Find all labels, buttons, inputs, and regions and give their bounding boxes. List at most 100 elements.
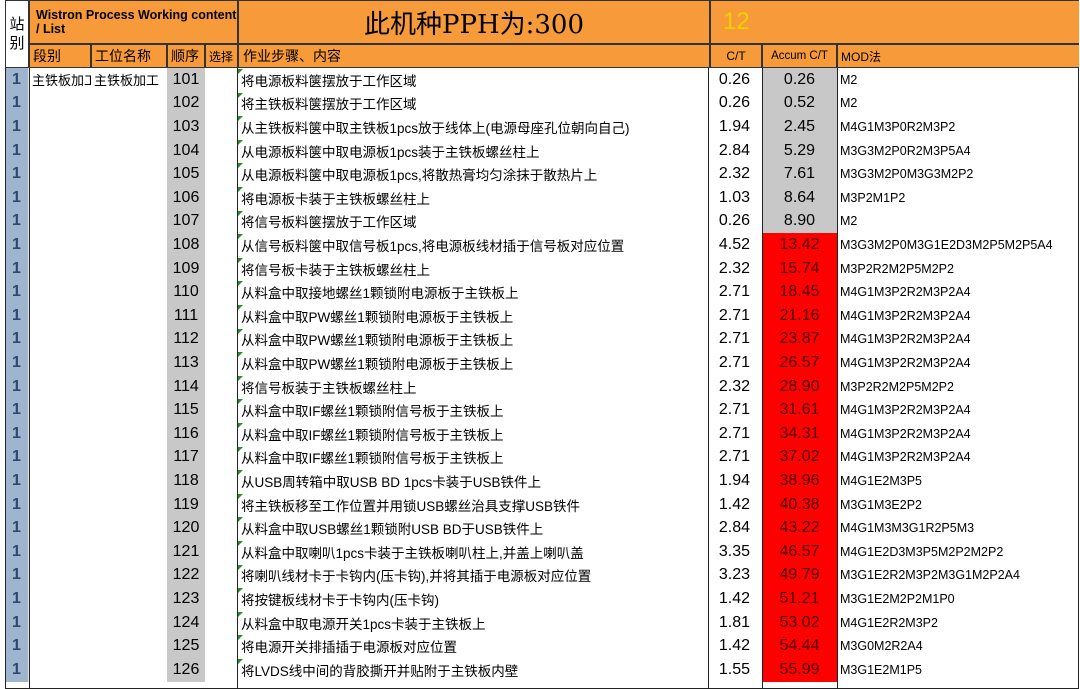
- segment-cell: [29, 516, 91, 540]
- sequence-cell: 111: [167, 304, 205, 328]
- table-row: 1 125 将电源开关排插插于电源板对应位置 1.42 54.44 M3G0M2R2A4: [5, 634, 1079, 658]
- mod-cell: M4G1M3P2R2M3P2A4: [840, 285, 971, 300]
- sequence-cell: 113: [167, 351, 205, 375]
- segment-cell: [29, 446, 91, 470]
- station-name-cell: [91, 257, 167, 281]
- station-cell: 1: [5, 233, 29, 257]
- station-cell: 1: [5, 634, 29, 658]
- step-cell: 从电源板料箧中取电源板1pcs,将散热膏均匀涂抹于散热片上: [237, 162, 708, 186]
- step-cell: 从料盒中取PW螺丝1颗锁附电源板于主铁板上: [237, 351, 708, 375]
- table-row: 1 106 将电源板卡装于主铁板螺丝柱上 1.03 8.64 M3P2M1P2: [5, 186, 1079, 210]
- step-text: 将电源板料箧摆放于工作区域: [241, 73, 417, 89]
- step-text: 从主铁板料箧中取主铁板1pcs放于线体上(电源母座孔位朝向自己): [241, 120, 630, 136]
- step-cell: 将按键板线材卡于卡钩内(压卡钩): [237, 587, 708, 611]
- station-cell: 1: [5, 91, 29, 116]
- mod-cell: M4G1E2D3M3P5M2P2M2P2: [840, 544, 1004, 559]
- step-text: 从料盒中取PW螺丝1颗锁附电源板于主铁板上: [241, 333, 514, 349]
- station-cell: 1: [5, 445, 29, 470]
- sequence-cell: 120: [167, 516, 205, 540]
- col-sequence-header: 顺序: [167, 44, 205, 68]
- station-name-cell: [91, 186, 167, 210]
- sequence-cell: 108: [167, 233, 205, 257]
- table-row: 1 126 将LVDS线中间的背胶撕开并贴附于主铁板内壁 1.55 55.99 M3G1E…: [5, 658, 1079, 682]
- select-cell: [205, 493, 237, 517]
- accum-ct-cell: 8.90: [762, 209, 837, 234]
- comment-indicator-icon: [238, 116, 243, 122]
- comment-indicator-icon: [238, 281, 243, 287]
- process-sheet: 站 别 Wistron Process Working content / Li…: [5, 0, 1079, 689]
- station-cell: 1: [5, 422, 29, 446]
- accum-ct-cell: 43.22: [762, 516, 837, 540]
- mod-cell: M4G1M3P2R2M3P2A4: [840, 426, 971, 441]
- sequence-cell: 115: [167, 398, 205, 422]
- step-cell: 将喇叭线材卡于卡钩内(压卡钩),并将其插于电源板对应位置: [237, 564, 708, 588]
- step-cell: 将电源板料箧摆放于工作区域: [237, 68, 708, 92]
- sequence-cell: 109: [167, 256, 205, 281]
- station-cell: 1: [5, 492, 29, 517]
- step-text: 从USB周转箱中取USB BD 1pcs卡装于USB铁件上: [241, 474, 542, 490]
- step-cell: 从信号板料箧中取信号板1pcs,将电源板线材插于信号板对应位置: [237, 233, 708, 257]
- comment-indicator-icon: [238, 423, 243, 428]
- step-cell: 将电源开关排插插于电源板对应位置: [237, 634, 708, 658]
- sequence-cell: 121: [167, 540, 205, 564]
- segment-cell: [29, 328, 91, 352]
- table-row: 1 114 将信号板装于主铁板螺丝柱上 2.32 28.90 M3P2R2M2P5M2P2: [5, 374, 1079, 399]
- col-mod-label: MOD法: [841, 49, 881, 64]
- station-name-cell: [91, 351, 167, 375]
- accum-ct-cell: 23.87: [762, 327, 837, 352]
- ct-cell: 1.42: [718, 495, 750, 513]
- accum-ct-cell: 34.31: [762, 422, 837, 446]
- select-cell: [205, 210, 237, 234]
- table-row: 1 117 从料盒中取IF螺丝1颗锁附信号板于主铁板上 2.71 37.02 M4G1M3…: [5, 445, 1079, 470]
- segment-cell: [29, 257, 91, 281]
- select-cell: [205, 398, 237, 422]
- sequence-cell: 105: [167, 162, 205, 186]
- station-cell: 1: [5, 469, 29, 493]
- sequence-cell: 117: [167, 445, 205, 470]
- col-accum-label: Accum C/T: [771, 50, 828, 62]
- sequence-cell: 101: [167, 68, 205, 92]
- table-row: 1 105 从电源板料箧中取电源板1pcs,将散热膏均匀涂抹于散热片上 2.32 7.6…: [5, 162, 1079, 186]
- comment-indicator-icon: [238, 588, 243, 594]
- station-cell: 1: [5, 68, 29, 92]
- select-cell: [205, 304, 237, 328]
- station-cell: 1: [5, 162, 29, 186]
- ct-cell: 1.55: [718, 660, 750, 678]
- step-text: 从电源板料箧中取电源板1pcs装于主铁板螺丝柱上: [241, 144, 540, 160]
- step-text: 从料盒中取USB螺丝1颗锁附USB BD于USB铁件上: [241, 522, 544, 538]
- select-cell: [205, 516, 237, 540]
- grid-line: [708, 68, 709, 689]
- table-row: 1 112 从料盒中取PW螺丝1颗锁附电源板于主铁板上 2.71 23.87 M4G1M3…: [5, 327, 1079, 352]
- comment-indicator-icon: [238, 257, 243, 263]
- col-segment-header: 段别: [29, 44, 91, 68]
- comment-indicator-icon: [238, 69, 243, 74]
- ct-cell: 2.71: [718, 401, 750, 419]
- segment-cell: [29, 304, 91, 328]
- ct-cell: 0.26: [718, 212, 750, 230]
- comment-indicator-icon: [238, 446, 243, 452]
- accum-ct-cell: 49.79: [762, 563, 837, 588]
- comment-indicator-icon: [238, 635, 243, 641]
- ct-cell: 0.26: [718, 94, 750, 112]
- select-cell: [205, 422, 237, 446]
- step-text: 将电源板卡装于主铁板螺丝柱上: [241, 191, 430, 207]
- table-row: 1 124 从料盒中取电源开关1pcs卡装于主铁板上 1.81 53.02 M4G1E2R…: [5, 610, 1079, 635]
- comment-indicator-icon: [238, 163, 243, 169]
- step-cell: 将信号板卡装于主铁板螺丝柱上: [237, 257, 708, 281]
- segment-cell: [29, 658, 91, 682]
- station-name-cell: [91, 611, 167, 635]
- mod-cell: M3G1E2R2M3P2M3G1M2P2A4: [840, 568, 1020, 583]
- table-row: 1 107 将信号板料箧摆放于工作区域 0.26 8.90 M2: [5, 209, 1079, 234]
- station-cell: 1: [5, 304, 29, 328]
- grid-line: [837, 68, 838, 689]
- grid-line: [5, 68, 6, 689]
- step-cell: 将信号板装于主铁板螺丝柱上: [237, 375, 708, 399]
- select-cell: [205, 375, 237, 399]
- step-cell: 从主铁板料箧中取主铁板1pcs放于线体上(电源母座孔位朝向自己): [237, 115, 708, 139]
- sequence-cell: 103: [167, 115, 205, 139]
- station-cell: 1: [5, 658, 29, 682]
- ct-cell: 2.71: [718, 448, 750, 466]
- step-cell: 从电源板料箧中取电源板1pcs装于主铁板螺丝柱上: [237, 139, 708, 163]
- ct-cell: 2.71: [718, 424, 750, 442]
- ct-cell: 2.71: [718, 353, 750, 371]
